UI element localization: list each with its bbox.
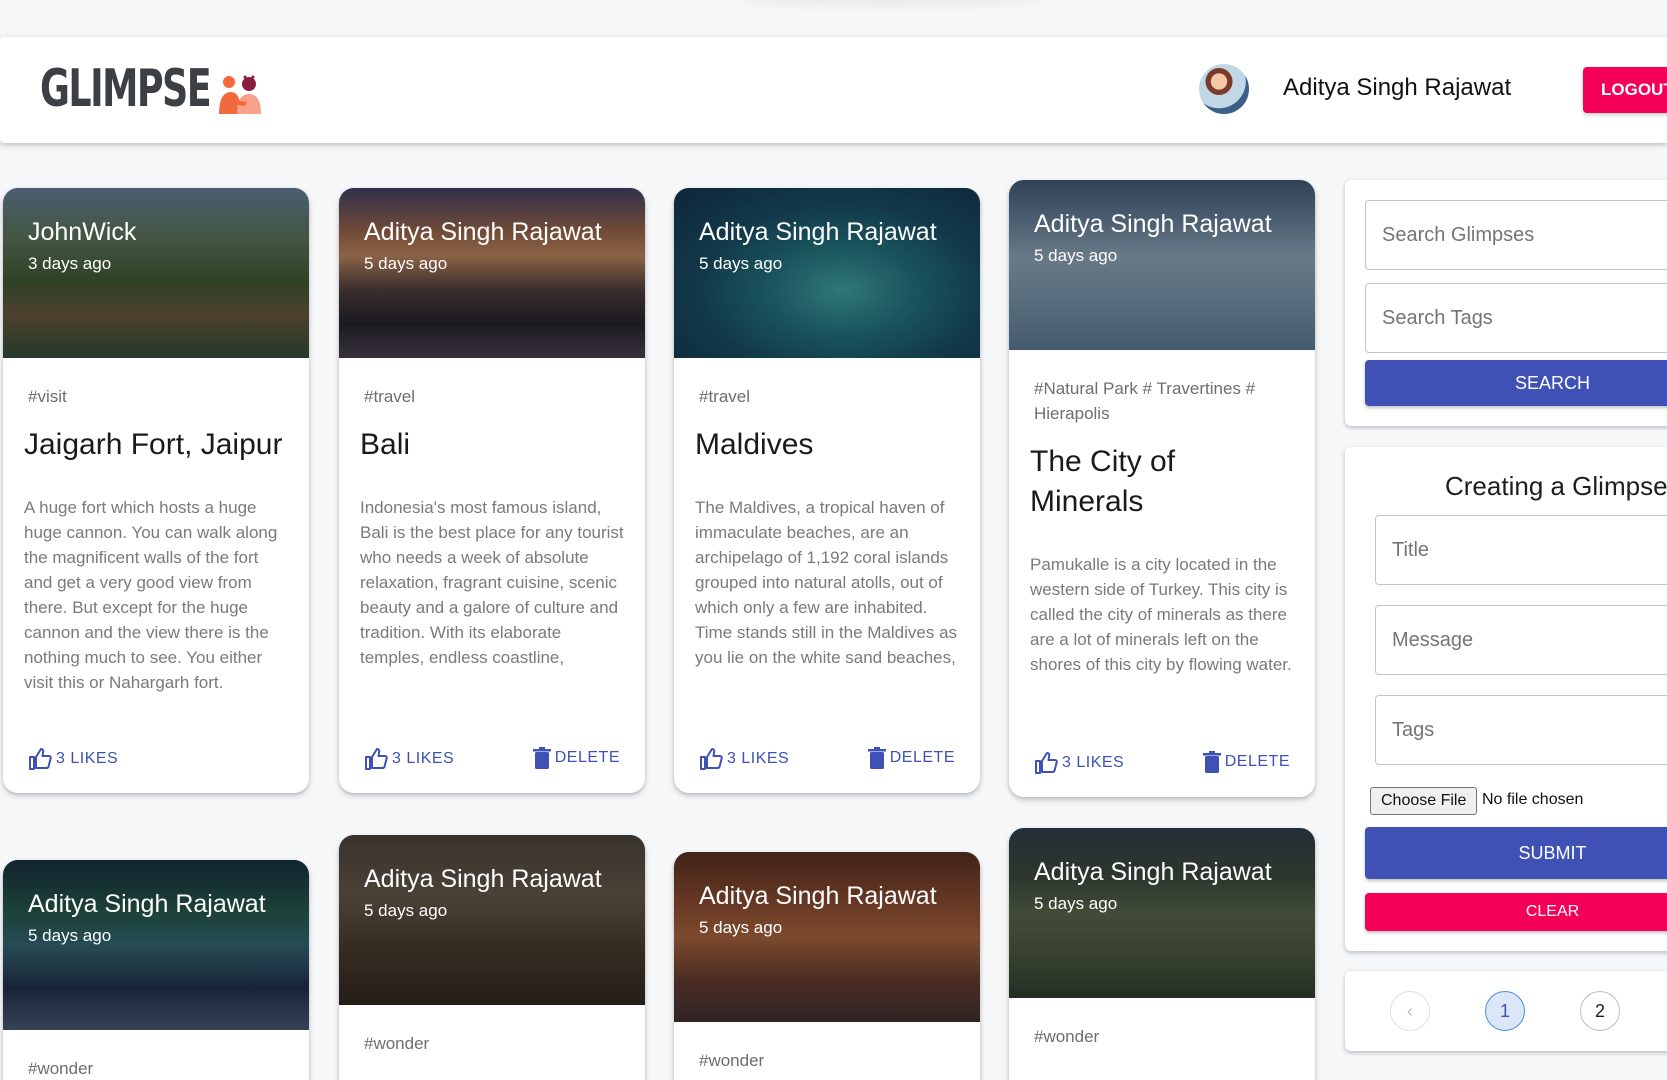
post-author: Aditya Singh Rajawat [699,882,937,910]
like-button[interactable]: 3 LIKES [699,747,789,771]
file-status: No file chosen [1482,791,1584,808]
post-card[interactable]: Aditya Singh Rajawat 5 days ago #wonder [339,835,645,1080]
post-time: 5 days ago [28,926,112,945]
post-time: 5 days ago [1034,246,1118,265]
post-tags: #wonder [364,1034,430,1053]
logout-button[interactable]: LOGOUT [1583,67,1667,113]
post-image: Aditya Singh Rajawat 5 days ago [674,852,980,1022]
post-time: 5 days ago [699,918,783,937]
thumb-up-icon [700,748,723,770]
clear-button[interactable]: CLEAR [1365,893,1667,931]
post-actions: 3 LIKES [3,747,309,775]
post-actions: 3 LIKES DELETE [1009,751,1315,779]
post-title: Bali [360,428,411,461]
post-author: JohnWick [28,218,137,246]
post-message: Indonesia's most famous island, Bali is … [360,498,624,667]
post-time: 5 days ago [364,254,448,273]
delete-label: DELETE [889,749,955,766]
like-count: 3 LIKES [727,750,790,767]
message-field[interactable] [1375,605,1667,675]
post-tags: #wonder [1034,1027,1100,1046]
post-card[interactable]: Aditya Singh Rajawat 5 days ago #Natural… [1009,180,1315,797]
post-time: 5 days ago [364,901,448,920]
post-title: Jaigarh Fort, Jaipur [24,428,283,461]
page-button-2[interactable]: 2 [1580,991,1620,1031]
post-image: Aditya Singh Rajawat 5 days ago [339,835,645,1005]
post-time: 5 days ago [1034,894,1118,913]
thumb-up-icon [365,748,388,770]
choose-file-button[interactable]: Choose File [1370,787,1478,815]
post-card[interactable]: Aditya Singh Rajawat 5 days ago #wonder [674,852,980,1080]
post-tags: #visit [28,387,67,406]
post-image: Aditya Singh Rajawat 5 days ago [339,188,645,358]
post-author: Aditya Singh Rajawat [1034,858,1272,886]
post-image: Aditya Singh Rajawat 5 days ago [674,188,980,358]
post-tags: #travel [699,387,751,406]
post-message: A huge fort which hosts a huge huge cann… [24,498,278,692]
search-glimpses-input[interactable] [1365,200,1667,270]
form-title: Creating a Glimpse [1445,471,1667,501]
post-image: Aditya Singh Rajawat 5 days ago [1009,180,1315,350]
like-count: 3 LIKES [1062,754,1125,771]
post-message: The Maldives, a tropical haven of immacu… [695,498,958,667]
delete-button[interactable]: DELETE [867,747,955,769]
thumb-up-icon [1035,752,1058,774]
thumb-up-icon [29,748,52,770]
app-bar: GLIMPSE Aditya Singh Rajawat LOGOUT [0,37,1667,143]
delete-label: DELETE [554,749,620,766]
post-title: The City of Minerals [1030,445,1176,518]
delete-button[interactable]: DELETE [532,747,620,769]
search-panel: SEARCH [1345,180,1667,426]
delete-label: DELETE [1224,753,1290,770]
post-image: Aditya Singh Rajawat 5 days ago [3,860,309,1030]
post-author: Aditya Singh Rajawat [364,865,602,893]
trash-icon [1202,751,1221,773]
post-card[interactable]: Aditya Singh Rajawat 5 days ago #travel … [674,188,980,793]
post-image: JohnWick 3 days ago [3,188,309,358]
post-actions: 3 LIKES DELETE [674,747,980,775]
trash-icon [532,747,551,769]
post-tags: #travel [364,387,416,406]
post-author: Aditya Singh Rajawat [28,890,266,918]
post-card[interactable]: JohnWick 3 days ago #visit Jaigarh Fort,… [3,188,309,793]
previous-page-button[interactable]: ‹ [1390,991,1430,1031]
post-tags: #wonder [28,1059,94,1078]
brand-title: GLIMPSE [40,59,212,119]
post-tags: #Natural Park # Travertines # Hierapolis [1034,379,1256,423]
delete-button[interactable]: DELETE [1202,751,1290,773]
pagination-panel: ‹ 1 2 [1345,971,1667,1051]
post-time: 3 days ago [28,254,112,273]
post-time: 5 days ago [699,254,783,273]
post-image: Aditya Singh Rajawat 5 days ago [1009,828,1315,998]
page-button-1[interactable]: 1 [1485,991,1525,1031]
post-author: Aditya Singh Rajawat [364,218,602,246]
like-button[interactable]: 3 LIKES [28,747,118,771]
tags-field[interactable] [1375,695,1667,765]
post-author: Aditya Singh Rajawat [1034,210,1272,238]
title-field[interactable] [1375,515,1667,585]
post-tags: #wonder [699,1051,765,1070]
couple-logo-icon [219,75,261,114]
like-count: 3 LIKES [392,750,455,767]
like-count: 3 LIKES [56,750,119,767]
create-form-panel: Creating a Glimpse Choose File No file c… [1345,447,1667,951]
post-actions: 3 LIKES DELETE [339,747,645,775]
trash-icon [867,747,886,769]
post-title: Maldives [695,428,814,461]
search-button[interactable]: SEARCH [1365,360,1667,406]
post-card[interactable]: Aditya Singh Rajawat 5 days ago #travel … [339,188,645,793]
post-card[interactable]: Aditya Singh Rajawat 5 days ago #wonder [1009,828,1315,1080]
post-message: Pamukalle is a city located in the weste… [1030,555,1292,674]
post-author: Aditya Singh Rajawat [699,218,937,246]
like-button[interactable]: 3 LIKES [364,747,454,771]
post-card[interactable]: Aditya Singh Rajawat 5 days ago #wonder [3,860,309,1080]
search-tags-input[interactable] [1365,283,1667,353]
brand[interactable]: GLIMPSE [40,59,265,119]
top-edge-shadow [740,0,1040,6]
like-button[interactable]: 3 LIKES [1034,751,1124,775]
submit-button[interactable]: SUBMIT [1365,827,1667,879]
user-name: Aditya Singh Rajawat [1283,74,1512,101]
user-avatar[interactable] [1199,64,1249,114]
